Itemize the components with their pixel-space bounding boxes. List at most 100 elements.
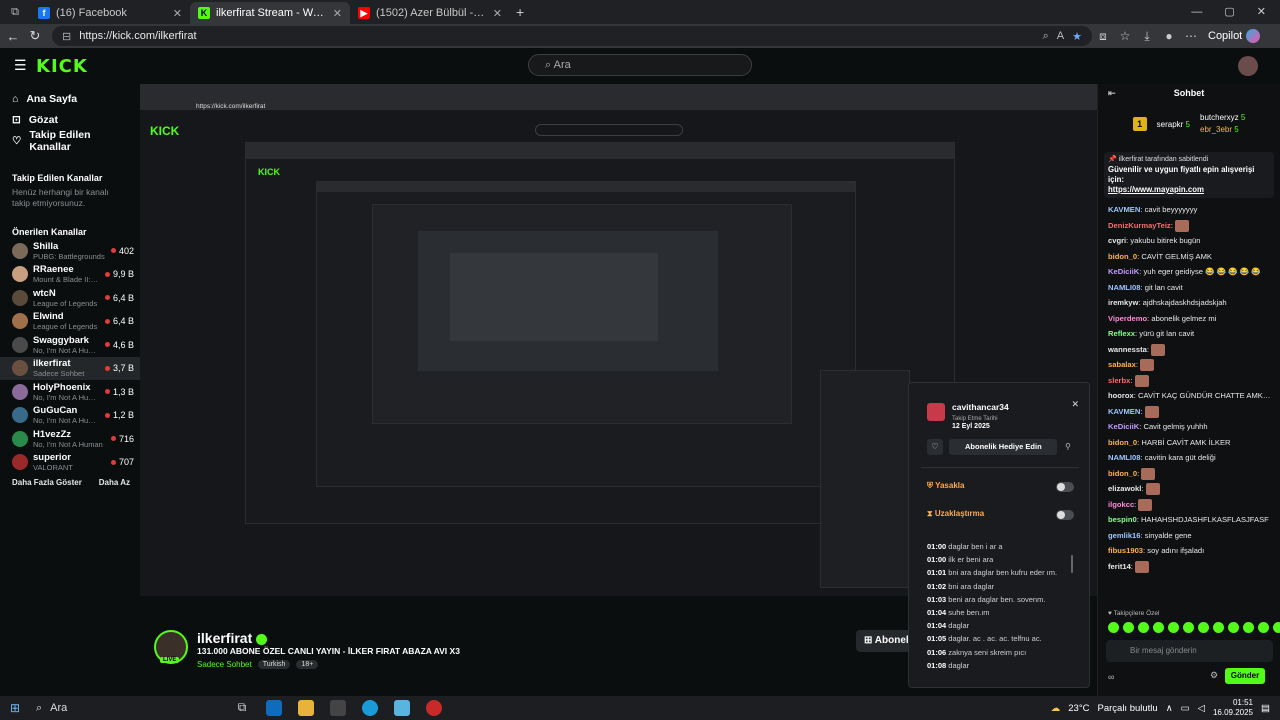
- minimize-icon[interactable]: —: [1191, 0, 1202, 24]
- store-icon[interactable]: [330, 700, 346, 716]
- close-tab-icon[interactable]: ✕: [173, 7, 182, 20]
- copilot-button[interactable]: Copilot: [1208, 29, 1261, 43]
- nav-following[interactable]: ♡ Takip Edilen Kanallar: [0, 129, 140, 153]
- refresh-icon[interactable]: ↻: [24, 28, 46, 44]
- channel-item[interactable]: Swaggybark No, I'm Not A Human 4,6 B: [0, 333, 140, 357]
- chat-username[interactable]: KAVMEN: [1108, 407, 1140, 416]
- show-less-button[interactable]: Daha Az: [99, 478, 130, 487]
- tag-language[interactable]: Turkish: [257, 660, 291, 669]
- close-tab-icon[interactable]: ✕: [333, 7, 342, 20]
- windows-start-icon[interactable]: ⊞: [10, 701, 20, 715]
- profile-icon[interactable]: ●: [1158, 29, 1180, 43]
- notifications-icon[interactable]: ▤: [1261, 703, 1270, 714]
- back-icon[interactable]: ←: [2, 29, 24, 44]
- chat-username[interactable]: bespin0: [1108, 515, 1137, 524]
- channel-item[interactable]: H1vezZz No, I'm Not A Human 716: [0, 427, 140, 451]
- nav-browse[interactable]: ⊡ Gözat: [0, 109, 140, 130]
- emote-icon[interactable]: [1108, 622, 1119, 633]
- read-aloud-icon[interactable]: A: [1057, 30, 1064, 42]
- emote-icon[interactable]: [1243, 622, 1254, 633]
- pin-icon[interactable]: ⚲: [1065, 442, 1071, 451]
- chat-username[interactable]: gemlik16: [1108, 531, 1141, 540]
- log-scrollbar[interactable]: [1071, 555, 1073, 573]
- search-input[interactable]: ⌕ Ara: [528, 54, 752, 76]
- recording-app-icon[interactable]: [426, 700, 442, 716]
- tab-youtube[interactable]: ▶ (1502) Azer Bülbül - Felek - YouTube ✕: [350, 2, 510, 24]
- chat-username[interactable]: bidon_0: [1108, 252, 1137, 261]
- user-avatar[interactable]: [1238, 56, 1258, 76]
- emote-picker-icon[interactable]: ∞: [1108, 672, 1114, 682]
- chat-username[interactable]: bidon_0: [1108, 438, 1137, 447]
- chat-username[interactable]: KeDiciiK: [1108, 422, 1139, 431]
- chat-username[interactable]: KAVMEN: [1108, 205, 1140, 214]
- taskbar-search[interactable]: ⌕ Ara: [36, 702, 226, 715]
- emote-icon[interactable]: [1273, 622, 1280, 633]
- chat-username[interactable]: elizawokl: [1108, 484, 1141, 493]
- chat-username[interactable]: KeDiciiK: [1108, 267, 1139, 276]
- app-icon[interactable]: [394, 700, 410, 716]
- emote-icon[interactable]: [1183, 622, 1194, 633]
- downloads-icon[interactable]: ⤓: [1136, 29, 1158, 44]
- close-window-icon[interactable]: ✕: [1257, 0, 1266, 24]
- ban-toggle[interactable]: [1056, 482, 1074, 492]
- chat-username[interactable]: DenizKurmayTeiz: [1108, 221, 1171, 230]
- channel-item[interactable]: HolyPhoenix No, I'm Not A Human 1,3 B: [0, 380, 140, 404]
- tag-age[interactable]: 18+: [296, 660, 319, 669]
- emote-icon[interactable]: [1258, 622, 1269, 633]
- channel-item[interactable]: ilkerfirat Sadece Sohbet 3,7 B: [0, 356, 140, 380]
- chat-username[interactable]: wannessta: [1108, 345, 1147, 354]
- clock[interactable]: 01:51 16.09.2025: [1213, 698, 1253, 718]
- gift-subscription-button[interactable]: Abonelik Hediye Edin: [949, 439, 1057, 455]
- channel-item[interactable]: Shilla PUBG: Battlegrounds 402: [0, 239, 140, 263]
- chat-username[interactable]: Viperdemo: [1108, 314, 1147, 323]
- close-icon[interactable]: ✕: [1071, 399, 1079, 410]
- weather-temp[interactable]: 23°C: [1068, 703, 1089, 714]
- volume-icon[interactable]: ◁: [1198, 703, 1205, 714]
- popup-username[interactable]: cavithancar34: [952, 402, 1009, 412]
- channel-item[interactable]: superior VALORANT 707: [0, 451, 140, 475]
- emote-icon[interactable]: [1228, 622, 1239, 633]
- chat-username[interactable]: ilgokcc: [1108, 500, 1134, 509]
- chat-username[interactable]: bidon_0: [1108, 469, 1137, 478]
- send-button[interactable]: Gönder: [1225, 668, 1265, 684]
- leaderboard-user[interactable]: serapkr: [1157, 120, 1184, 129]
- emote-icon[interactable]: [1198, 622, 1209, 633]
- follow-heart-button[interactable]: ♡: [927, 439, 943, 455]
- emote-icon[interactable]: [1153, 622, 1164, 633]
- chat-settings-gear-icon[interactable]: ⚙: [1210, 670, 1218, 681]
- favorite-star-icon[interactable]: ★: [1072, 30, 1082, 43]
- emote-icon[interactable]: [1213, 622, 1224, 633]
- chat-username[interactable]: iremkyw: [1108, 298, 1138, 307]
- chat-username[interactable]: hoorox: [1108, 391, 1134, 400]
- file-explorer-icon[interactable]: [298, 700, 314, 716]
- weather-desc[interactable]: Parçalı bulutlu: [1098, 703, 1158, 714]
- stream-category[interactable]: Sadece Sohbet: [197, 660, 252, 669]
- chat-message-input[interactable]: Bir mesaj gönderin: [1106, 640, 1273, 662]
- network-icon[interactable]: ▭: [1181, 703, 1190, 714]
- chat-username[interactable]: cvgri: [1108, 236, 1126, 245]
- streamer-name[interactable]: ilkerfirat: [197, 630, 252, 646]
- tab-kick[interactable]: K ilkerfirat Stream - Watch Live on Kick…: [190, 2, 350, 24]
- site-info-icon[interactable]: ⊟: [62, 30, 71, 43]
- tray-chevron-icon[interactable]: ∧: [1166, 703, 1173, 714]
- channel-item[interactable]: GuGuCan No, I'm Not A Human 1,2 B: [0, 404, 140, 428]
- close-tab-icon[interactable]: ✕: [493, 7, 502, 20]
- timeout-toggle[interactable]: [1056, 510, 1074, 520]
- chat-username[interactable]: ferit14: [1108, 562, 1131, 571]
- channel-item[interactable]: wtcN League of Legends 6,4 B: [0, 286, 140, 310]
- outlook-icon[interactable]: [266, 700, 282, 716]
- channel-item[interactable]: Elwind League of Legends 6,4 B: [0, 310, 140, 334]
- address-bar[interactable]: ⊟ https://kick.com/ilkerfirat ⌕ A ★: [52, 26, 1092, 46]
- edge-icon[interactable]: [362, 700, 378, 716]
- favorites-icon[interactable]: ☆: [1114, 29, 1136, 43]
- task-view-icon[interactable]: ⧉: [234, 700, 250, 716]
- chat-username[interactable]: slerbx: [1108, 376, 1130, 385]
- extensions-icon[interactable]: ⧈: [1092, 29, 1114, 44]
- collapse-chat-icon[interactable]: ⇤: [1108, 84, 1116, 102]
- zoom-icon[interactable]: ⌕: [1043, 30, 1049, 43]
- emote-icon[interactable]: [1123, 622, 1134, 633]
- chat-username[interactable]: fibus1903: [1108, 546, 1143, 555]
- tab-actions-icon[interactable]: ⧉: [0, 6, 30, 19]
- pinned-link[interactable]: https://www.mayapin.com: [1108, 185, 1270, 195]
- channel-item[interactable]: RRaeneeMount & Blade II: Ba... 9,9 B: [0, 263, 140, 287]
